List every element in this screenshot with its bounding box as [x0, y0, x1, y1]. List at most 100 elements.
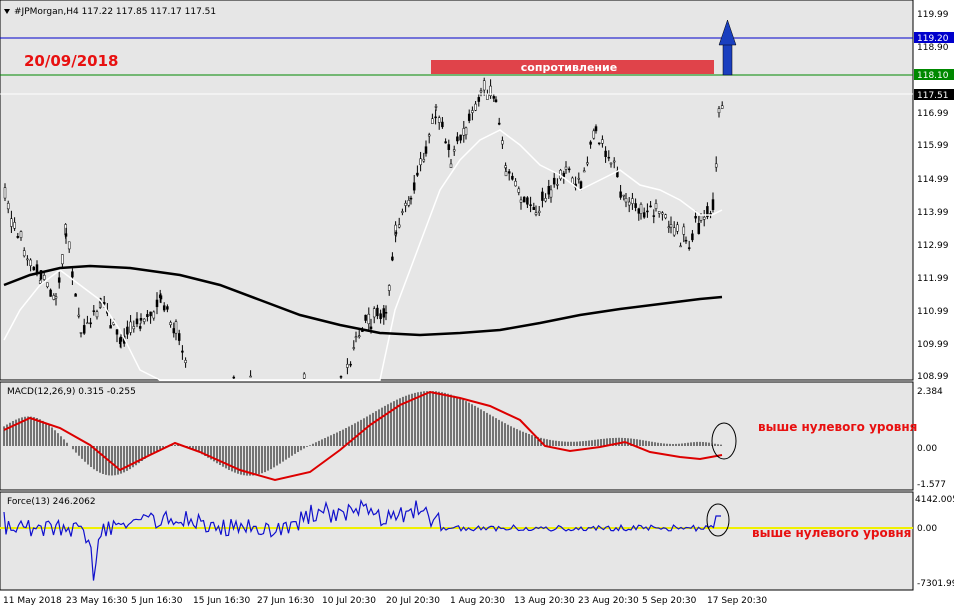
time-tick: 17 Sep 20:30 — [707, 596, 767, 606]
candle-body — [694, 216, 697, 219]
chart-header: #JPMorgan,H4 117.22 117.85 117.17 117.51 — [14, 7, 216, 17]
candle-body — [586, 162, 589, 165]
candle-body — [479, 90, 483, 93]
candle-body — [711, 199, 715, 210]
candle-body — [119, 336, 123, 342]
candle-body — [174, 321, 178, 334]
candle-body — [437, 117, 441, 123]
candle-body — [664, 214, 667, 219]
force-axis-min: -7301.99 — [917, 579, 954, 589]
candle-body — [714, 163, 718, 168]
candle-body — [22, 250, 26, 257]
macd-axis-min: -1.577 — [917, 480, 946, 490]
candle-body — [115, 329, 119, 335]
candle-body — [672, 227, 676, 236]
price-tick: 116.99 — [917, 109, 949, 119]
candle-body — [29, 259, 32, 267]
candle-body — [77, 314, 81, 317]
candle-body — [89, 322, 92, 325]
candle-body — [471, 110, 474, 113]
candle-body — [109, 325, 112, 329]
chart-window[interactable]: сопротивление #JPMorgan,H4 117.22 117.85… — [0, 0, 954, 610]
candle-body — [594, 126, 598, 132]
candle-body — [507, 171, 511, 174]
candle-body — [138, 326, 142, 329]
candle-body — [49, 289, 52, 297]
candle-body — [3, 187, 7, 199]
candle-body — [556, 184, 559, 186]
candle-body — [26, 258, 29, 261]
candle-body — [646, 210, 649, 213]
candle-body — [82, 325, 86, 334]
candle-body — [52, 295, 56, 300]
candle-body — [449, 163, 453, 168]
price-tag-current: 117.51 — [917, 91, 949, 101]
candle-body — [64, 233, 68, 237]
candle-body — [431, 118, 434, 124]
candle-body — [631, 198, 634, 204]
candle-body — [146, 314, 149, 317]
candle-body — [682, 226, 686, 235]
candle-body — [667, 226, 671, 229]
candle-body — [459, 134, 462, 141]
time-tick: 5 Sep 20:30 — [642, 596, 697, 606]
price-tick: 118.90 — [917, 43, 949, 53]
candle-body — [526, 197, 529, 205]
candle-body — [601, 139, 604, 144]
candle-body — [441, 121, 444, 128]
candle-body — [519, 199, 523, 203]
price-tick: 112.99 — [917, 241, 949, 251]
force-axis-max: 4142.005 — [915, 495, 954, 505]
candle-body — [35, 264, 39, 274]
candle-body — [135, 318, 139, 325]
chart-svg[interactable]: сопротивление #JPMorgan,H4 117.22 117.85… — [0, 0, 954, 610]
candle-body — [57, 277, 61, 283]
time-tick: 13 Aug 20:30 — [514, 596, 575, 606]
time-tick: 27 Jun 16:30 — [257, 596, 314, 606]
time-tick: 10 Jul 20:30 — [322, 596, 376, 606]
candle-body — [13, 222, 16, 229]
candle-body — [67, 241, 71, 250]
candle-body — [462, 128, 466, 136]
candle-body — [639, 204, 643, 214]
time-tick: 11 May 2018 — [3, 596, 62, 606]
candle-body — [627, 201, 631, 206]
candle-body — [387, 285, 391, 291]
time-tick: 1 Aug 20:30 — [450, 596, 505, 606]
macd-note: выше нулевого уровня — [758, 420, 917, 434]
price-tick: 108.99 — [917, 372, 949, 382]
candle-body — [684, 239, 688, 242]
candle-body — [691, 233, 694, 241]
candle-body — [422, 159, 426, 162]
candle-body — [129, 321, 132, 333]
candle-body — [372, 308, 376, 318]
candle-body — [404, 202, 407, 206]
candle-body — [604, 150, 607, 157]
candle-body — [494, 99, 498, 103]
candle-body — [444, 141, 447, 144]
candle-body — [379, 313, 382, 320]
candle-body — [169, 322, 172, 326]
candle-body — [162, 305, 166, 311]
candle-body — [249, 375, 252, 378]
candle-body — [582, 170, 586, 173]
candle-body — [102, 302, 106, 305]
time-axis: 11 May 2018 23 May 16:30 5 Jun 16:30 15 … — [3, 596, 767, 606]
candle-body — [654, 203, 658, 209]
candle-body — [74, 293, 77, 297]
candle-body — [452, 149, 456, 152]
macd-axis-zero: 0.00 — [917, 444, 937, 454]
candle-body — [384, 312, 388, 314]
candle-body — [92, 310, 96, 312]
candle-body — [369, 326, 373, 330]
force-panel[interactable] — [0, 491, 914, 591]
macd-header: MACD(12,26,9) 0.315 -0.255 — [7, 387, 136, 397]
candle-body — [619, 191, 622, 198]
candle-body — [679, 245, 682, 248]
candle-body — [155, 299, 159, 308]
time-tick: 20 Jul 20:30 — [386, 596, 440, 606]
candle-body — [447, 144, 451, 150]
candle-body — [607, 156, 611, 159]
candle-body — [687, 247, 691, 249]
candle-body — [434, 116, 437, 119]
